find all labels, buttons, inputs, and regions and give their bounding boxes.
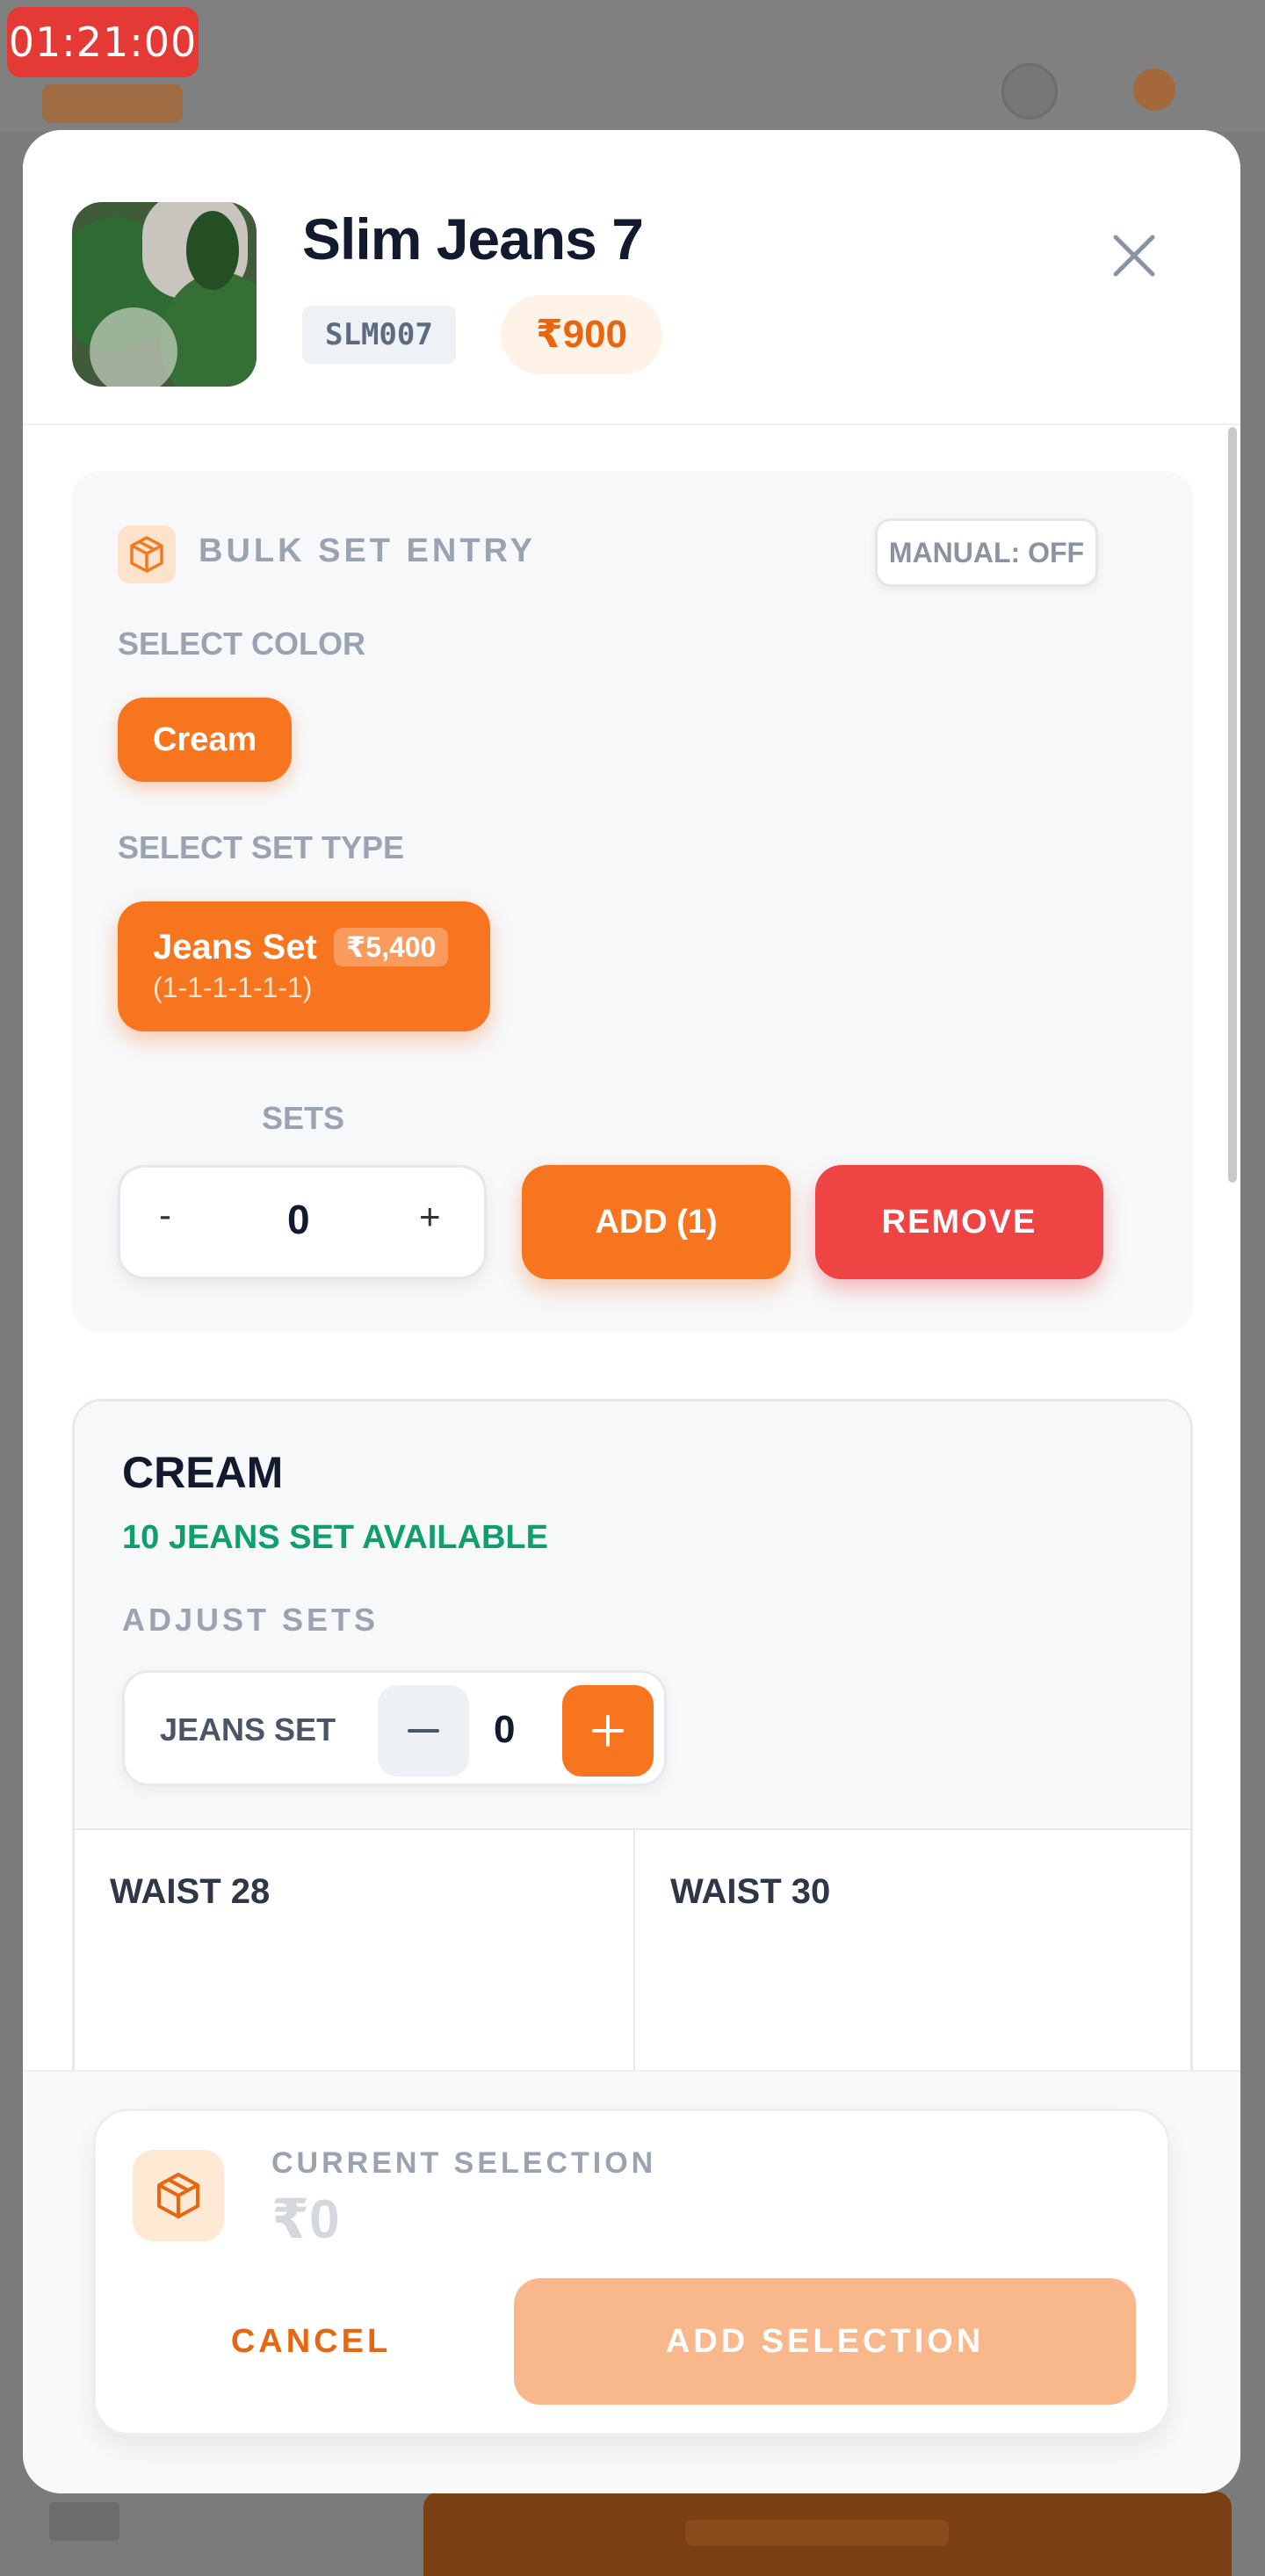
minus-icon <box>408 1729 439 1733</box>
adjuster-decrement-button[interactable] <box>378 1685 469 1776</box>
product-title: Slim Jeans 7 <box>302 206 644 271</box>
sku-badge: SLM007 <box>302 306 456 364</box>
current-selection-label: CURRENT SELECTION <box>271 2146 657 2180</box>
plus-icon <box>592 1715 624 1747</box>
add-button[interactable]: ADD (1) <box>522 1165 791 1279</box>
modal-scroll-area[interactable]: BULK SET ENTRY MANUAL: OFF SELECT COLOR … <box>23 425 1240 2070</box>
set-type-price: ₹5,400 <box>334 928 449 966</box>
remove-button[interactable]: REMOVE <box>815 1165 1103 1279</box>
bulk-set-entry-panel: BULK SET ENTRY MANUAL: OFF SELECT COLOR … <box>72 471 1193 1332</box>
sets-increment-button[interactable]: + <box>419 1196 441 1238</box>
adjuster-increment-button[interactable] <box>562 1685 654 1776</box>
waist-cell: WAIST 30 <box>635 1828 1190 2070</box>
bulk-title: BULK SET ENTRY <box>199 532 536 569</box>
set-type-option[interactable]: Jeans Set ₹5,400 (1-1-1-1-1-1) <box>118 901 490 1031</box>
color-title: CREAM <box>122 1448 284 1497</box>
waist-label: WAIST 30 <box>670 1872 831 1911</box>
sets-label: SETS <box>262 1100 345 1136</box>
background-user-icon <box>1001 63 1058 119</box>
sets-stepper: - 0 + <box>118 1165 487 1279</box>
selection-footer: CURRENT SELECTION ₹0 CANCEL ADD SELECTIO… <box>23 2070 1240 2493</box>
manual-toggle-button[interactable]: MANUAL: OFF <box>875 518 1098 587</box>
adjuster-label: JEANS SET <box>160 1711 336 1747</box>
set-type-name: Jeans Set <box>153 928 317 966</box>
cancel-button[interactable]: CANCEL <box>148 2278 473 2405</box>
price-badge: ₹900 <box>501 295 663 374</box>
sets-decrement-button[interactable]: - <box>159 1194 171 1236</box>
select-set-type-label: SELECT SET TYPE <box>118 829 405 865</box>
box-icon <box>118 525 176 583</box>
waist-cell: WAIST 28 <box>75 1828 635 2070</box>
color-option-cream[interactable]: Cream <box>118 698 293 782</box>
package-icon <box>133 2150 224 2241</box>
adjuster-value: 0 <box>494 1708 516 1751</box>
close-icon <box>1113 235 1155 277</box>
product-image <box>72 202 257 387</box>
background-checkout-label <box>685 2520 949 2546</box>
add-selection-button[interactable]: ADD SELECTION <box>514 2278 1136 2405</box>
product-modal: Slim Jeans 7 SLM007 ₹900 BULK SET ENTRY … <box>23 130 1240 2493</box>
background-total <box>49 2502 119 2541</box>
availability-text: 10 JEANS SET AVAILABLE <box>122 1519 548 1556</box>
session-timer: 01:21:00 <box>7 7 199 77</box>
waist-label: WAIST 28 <box>110 1872 271 1911</box>
current-selection-value: ₹0 <box>271 2189 340 2250</box>
select-color-label: SELECT COLOR <box>118 626 366 662</box>
set-adjuster: JEANS SET 0 <box>122 1670 667 1786</box>
background-cart-icon <box>1133 69 1175 111</box>
background-logo <box>42 84 183 123</box>
color-section-card: CREAM 10 JEANS SET AVAILABLE ADJUST SETS… <box>72 1399 1193 2070</box>
color-section-header: CREAM 10 JEANS SET AVAILABLE ADJUST SETS… <box>75 1401 1190 1830</box>
sets-value: 0 <box>287 1197 310 1242</box>
modal-header: Slim Jeans 7 SLM007 ₹900 <box>23 130 1240 425</box>
adjust-sets-label: ADJUST SETS <box>122 1602 380 1638</box>
scrollbar[interactable] <box>1228 427 1237 1183</box>
close-button[interactable] <box>1095 216 1174 295</box>
current-selection-card: CURRENT SELECTION ₹0 CANCEL ADD SELECTIO… <box>93 2109 1170 2435</box>
set-type-pattern: (1-1-1-1-1-1) <box>153 972 313 1003</box>
